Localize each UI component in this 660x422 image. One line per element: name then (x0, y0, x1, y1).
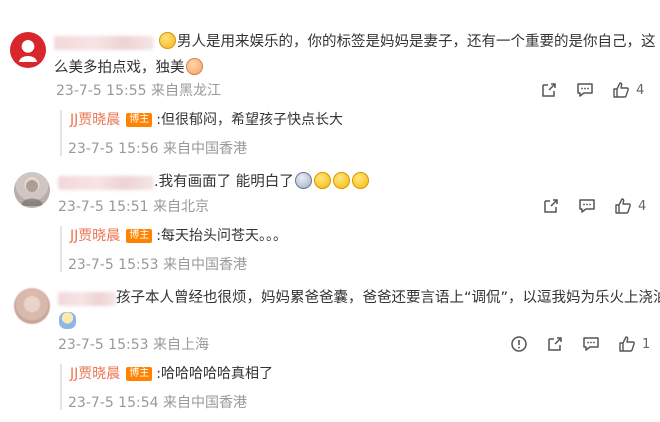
share-icon[interactable] (542, 197, 560, 215)
reply-text: JJ贾晓晨 博主:每天抬头问苍天。。。 (70, 226, 287, 246)
thumbs-up-icon[interactable] (612, 81, 630, 99)
reply-time: 23-7-5 15:56 (68, 141, 159, 157)
reply-author[interactable]: JJ贾晓晨 (70, 112, 120, 128)
laughing-emoji-icon (313, 172, 331, 189)
crying-emoji-icon (159, 32, 176, 49)
avatar[interactable] (10, 32, 46, 68)
blogger-badge: 博主 (126, 367, 153, 381)
comment-time: 23-7-5 15:55 (56, 83, 147, 99)
shocked-emoji-icon (294, 172, 312, 189)
commenter-name-blurred[interactable] (58, 176, 154, 190)
reply-divider (60, 110, 62, 156)
reply-meta: 23-7-5 15:54 来自中国香港 (68, 392, 247, 412)
comment-text-line2: 么美多拍点戏，独美 (54, 56, 204, 80)
comment-time: 23-7-5 15:51 (58, 199, 149, 215)
comment-icon[interactable] (576, 81, 594, 99)
reply-time: 23-7-5 15:54 (68, 395, 159, 411)
blush-kiss-emoji-icon (185, 58, 203, 75)
comment-location: 来自北京 (152, 199, 209, 215)
reply-divider (60, 226, 62, 272)
comment-location: 来自上海 (152, 337, 209, 353)
reply-content: :哈哈哈哈哈真相了 (156, 366, 273, 382)
comment-meta: 23-7-5 15:55 来自黑龙江 (56, 80, 221, 100)
reply-divider (60, 364, 62, 410)
comment-icon[interactable] (582, 335, 600, 353)
reply-content: :每天抬头问苍天。。。 (156, 228, 287, 244)
comment-text: 男人是用来娱乐的，你的标签是妈妈是妻子，还有一个重要的是你自己，这 (54, 30, 656, 54)
report-icon[interactable] (510, 335, 528, 353)
like-count: 1 (642, 336, 651, 352)
comment-location: 来自黑龙江 (150, 83, 221, 99)
blogger-badge: 博主 (126, 229, 153, 243)
reply-content: :但很郁闷，希望孩子快点长大 (156, 112, 343, 128)
reply-text: JJ贾晓晨 博主:但很郁闷，希望孩子快点长大 (70, 110, 343, 130)
laughing-emoji-icon (351, 172, 369, 189)
comment-text-line2 (58, 310, 77, 334)
avatar[interactable] (14, 288, 50, 324)
like-count: 4 (636, 82, 645, 98)
reply-location: 来自中国香港 (162, 141, 247, 157)
like-count: 4 (638, 198, 647, 214)
reply-meta: 23-7-5 15:56 来自中国香港 (68, 138, 247, 158)
comment-actions: 4 (522, 80, 644, 100)
comment-icon[interactable] (578, 197, 596, 215)
avatar[interactable] (14, 172, 50, 208)
share-icon[interactable] (540, 81, 558, 99)
reply: JJ贾晓晨 博主:每天抬头问苍天。。。 23-7-5 15:53 来自中国香港 (60, 222, 655, 276)
blogger-badge: 博主 (126, 113, 153, 127)
reply-author[interactable]: JJ贾晓晨 (70, 366, 120, 382)
comment-actions: 4 (524, 196, 646, 216)
comment-meta: 23-7-5 15:51 来自北京 (58, 196, 209, 216)
reply-location: 来自中国香港 (162, 257, 247, 273)
share-icon[interactable] (546, 335, 564, 353)
reply-location: 来自中国香港 (162, 395, 247, 411)
reply: JJ贾晓晨 博主:但很郁闷，希望孩子快点长大 23-7-5 15:56 来自中国香… (60, 106, 655, 160)
reply-text: JJ贾晓晨 博主:哈哈哈哈哈真相了 (70, 364, 273, 384)
comment-meta: 23-7-5 15:53 来自上海 (58, 334, 209, 354)
character-emoji-icon (59, 312, 76, 329)
thumbs-up-icon[interactable] (618, 335, 636, 353)
reply-meta: 23-7-5 15:53 来自中国香港 (68, 254, 247, 274)
comment-text: .我有画面了 能明白了 (154, 170, 370, 194)
reply-author[interactable]: JJ贾晓晨 (70, 228, 120, 244)
comment-time: 23-7-5 15:53 (58, 337, 149, 353)
reply: JJ贾晓晨 博主:哈哈哈哈哈真相了 23-7-5 15:54 来自中国香港 (60, 360, 655, 414)
commenter-name-blurred[interactable] (58, 292, 116, 306)
laughing-emoji-icon (332, 172, 350, 189)
thumbs-up-icon[interactable] (614, 197, 632, 215)
reply-time: 23-7-5 15:53 (68, 257, 159, 273)
comment-actions: 1 (492, 334, 650, 354)
comment-text: 孩子本人曾经也很烦，妈妈累爸爸囊，爸爸还要言语上“调侃”，以逗我妈为乐火上浇油 (116, 290, 660, 306)
